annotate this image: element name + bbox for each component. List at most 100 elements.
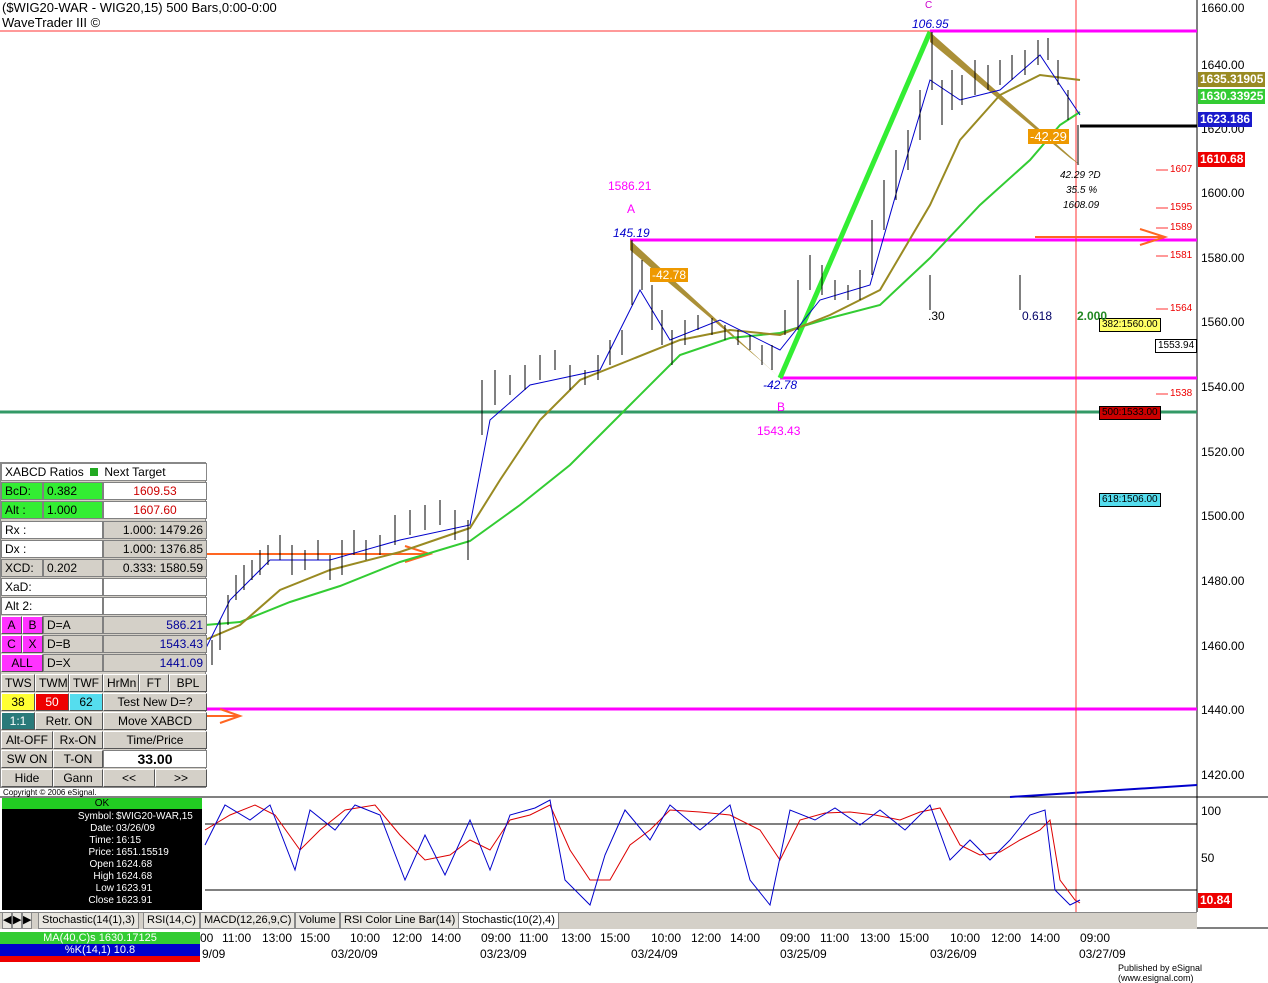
copyright-text: Copyright © 2006 eSignal. [3, 788, 97, 797]
d-info-2: 35.5 % [1066, 185, 1098, 196]
next-target-label: Next Target [104, 465, 166, 479]
next-button[interactable]: >> [155, 769, 207, 787]
level-label: 1564 [1170, 303, 1193, 314]
fib-62-button[interactable]: 62 [69, 693, 103, 711]
level-label: 1589 [1170, 222, 1193, 233]
tab-macd[interactable]: MACD(12,26,9,C) [200, 913, 296, 929]
xcd-label: XCD: [1, 559, 43, 577]
stoch-red-line [204, 804, 1081, 904]
time-axis-label: 14:00 [1030, 931, 1061, 945]
dw-key: Price: [88, 847, 114, 858]
point-b-label: B [777, 400, 786, 414]
d-legend-strip [0, 956, 200, 962]
dw-value: 1651.15519 [116, 847, 169, 858]
gann-button[interactable]: Gann [53, 769, 103, 787]
scroll-left-icon[interactable]: ◀ [2, 913, 12, 929]
orange-arrow-1 [1035, 228, 1169, 246]
date-axis-label: 9/09 [202, 947, 226, 961]
b-price-label: 1543.43 [757, 424, 801, 438]
time-axis-label: 13:00 [561, 931, 592, 945]
point-c-button[interactable]: C [1, 635, 22, 653]
fib-38-button[interactable]: 38 [1, 693, 35, 711]
time-price-button[interactable]: Time/Price [103, 731, 207, 749]
ma-blue-line [204, 54, 1081, 651]
scroll-end-icon[interactable]: ▶ [22, 913, 32, 929]
c-swing-value: 106.95 [912, 17, 949, 31]
ratio-2000-label: 2.000 [1077, 309, 1108, 323]
oscillator-value-tag: 10.84 [1198, 893, 1233, 908]
time-axis-label: 14:00 [431, 931, 462, 945]
dw-key: High [93, 871, 114, 882]
alt2-label: Alt 2: [1, 597, 103, 615]
hrmn-button[interactable]: HrMn [103, 674, 139, 692]
price-axis-label: 1460.00 [1201, 639, 1245, 653]
osc-axis-mid: 50 [1201, 851, 1215, 865]
price-axis-label: 1640.00 [1201, 58, 1245, 72]
time-axis-label: 13:00 [860, 931, 891, 945]
time-axis-label: 15:00 [300, 931, 331, 945]
fib-500-box: 500:1533.00 [1099, 406, 1161, 420]
xabcd-ratios-panel: XABCD Ratios Next Target BcD: 0.382 1609… [0, 462, 207, 788]
t-on-button[interactable]: T-ON [53, 750, 103, 768]
dw-value: 1624.68 [116, 859, 153, 870]
d-equals-x-value: 1441.09 [103, 654, 207, 672]
price-bars [211, 32, 1079, 665]
point-c-label: C [925, 0, 933, 11]
fib-50-button[interactable]: 50 [35, 693, 69, 711]
bcd-value[interactable]: 0.382 [43, 482, 103, 500]
price-axis-label: 1500.00 [1201, 509, 1245, 523]
a-swing-value: 145.19 [613, 226, 650, 240]
xcd-value[interactable]: 0.202 [43, 559, 103, 577]
price-axis-label: 1660.00 [1201, 1, 1245, 15]
data-window: OK Symbol: $WIG20-WAR,15 Date: 03/26/09 Ti… [2, 798, 202, 910]
date-axis-label: 03/26/09 [930, 947, 977, 961]
time-axis-label: 09:00 [780, 931, 811, 945]
price-axis-label: 1440.00 [1201, 703, 1245, 717]
test-new-d-button[interactable]: Test New D=? [103, 693, 207, 711]
d-info-3: 1608.09 [1063, 200, 1100, 211]
prev-button[interactable]: << [103, 769, 155, 787]
point-a-button[interactable]: A [1, 616, 22, 634]
scroll-right-icon[interactable]: ▶ [12, 913, 22, 929]
time-price-value-field[interactable]: 33.00 [103, 750, 207, 768]
time-axis-label: 15:00 [899, 931, 930, 945]
ab-ratio-box: -42.78 [650, 268, 689, 282]
one-to-one-button[interactable]: 1:1 [1, 712, 35, 730]
dw-key: Close [88, 895, 114, 906]
time-axis-label: 13:00 [262, 931, 293, 945]
tws-button[interactable]: TWS [1, 674, 35, 692]
rx-on-button[interactable]: Rx-ON [53, 731, 103, 749]
alt-value[interactable]: 1.000 [43, 501, 103, 519]
tab-stochastic-10[interactable]: Stochastic(10(2),4) [458, 913, 559, 929]
fib-382-box: 382:1560.00 [1099, 318, 1161, 332]
hide-button[interactable]: Hide [1, 769, 53, 787]
retracement-on-button[interactable]: Retr. ON [35, 712, 103, 730]
xcd-target: 0.333: 1580.59 [103, 559, 207, 577]
twm-button[interactable]: TWM [35, 674, 69, 692]
price-axis-label: 1420.00 [1201, 768, 1245, 782]
twf-button[interactable]: TWF [69, 674, 103, 692]
ma-olive-line [204, 73, 1081, 641]
blue-trend-line [1009, 784, 1198, 798]
all-points-button[interactable]: ALL [1, 654, 43, 672]
dw-value: 16:15 [116, 835, 142, 846]
alt-label: Alt : [1, 501, 43, 519]
price-1553-box: 1553.94 [1155, 339, 1198, 353]
price-axis-label: 1520.00 [1201, 445, 1245, 459]
tab-rsi-color-line-bar[interactable]: RSI Color Line Bar(14) [340, 913, 460, 929]
bpl-button[interactable]: BPL [169, 674, 207, 692]
time-axis-label: 12:00 [392, 931, 423, 945]
alt2-value [103, 597, 207, 615]
tab-stochastic-14[interactable]: Stochastic(14(1),3) [38, 913, 139, 929]
d-info-1: 42.29 ?D [1060, 170, 1101, 181]
tab-volume[interactable]: Volume [295, 913, 340, 929]
point-b-button[interactable]: B [22, 616, 43, 634]
move-xabcd-button[interactable]: Move XABCD [103, 712, 207, 730]
alt-off-button[interactable]: Alt-OFF [1, 731, 53, 749]
chart-title: ($WIG20-WAR - WIG20,15) 500 Bars,0:00-0:… [2, 0, 277, 15]
k14-legend: %K(14,1) 10.8 [0, 944, 200, 956]
sw-on-button[interactable]: SW ON [1, 750, 53, 768]
ft-button[interactable]: FT [139, 674, 169, 692]
point-x-button[interactable]: X [22, 635, 43, 653]
tab-rsi-14[interactable]: RSI(14,C) [143, 913, 200, 929]
